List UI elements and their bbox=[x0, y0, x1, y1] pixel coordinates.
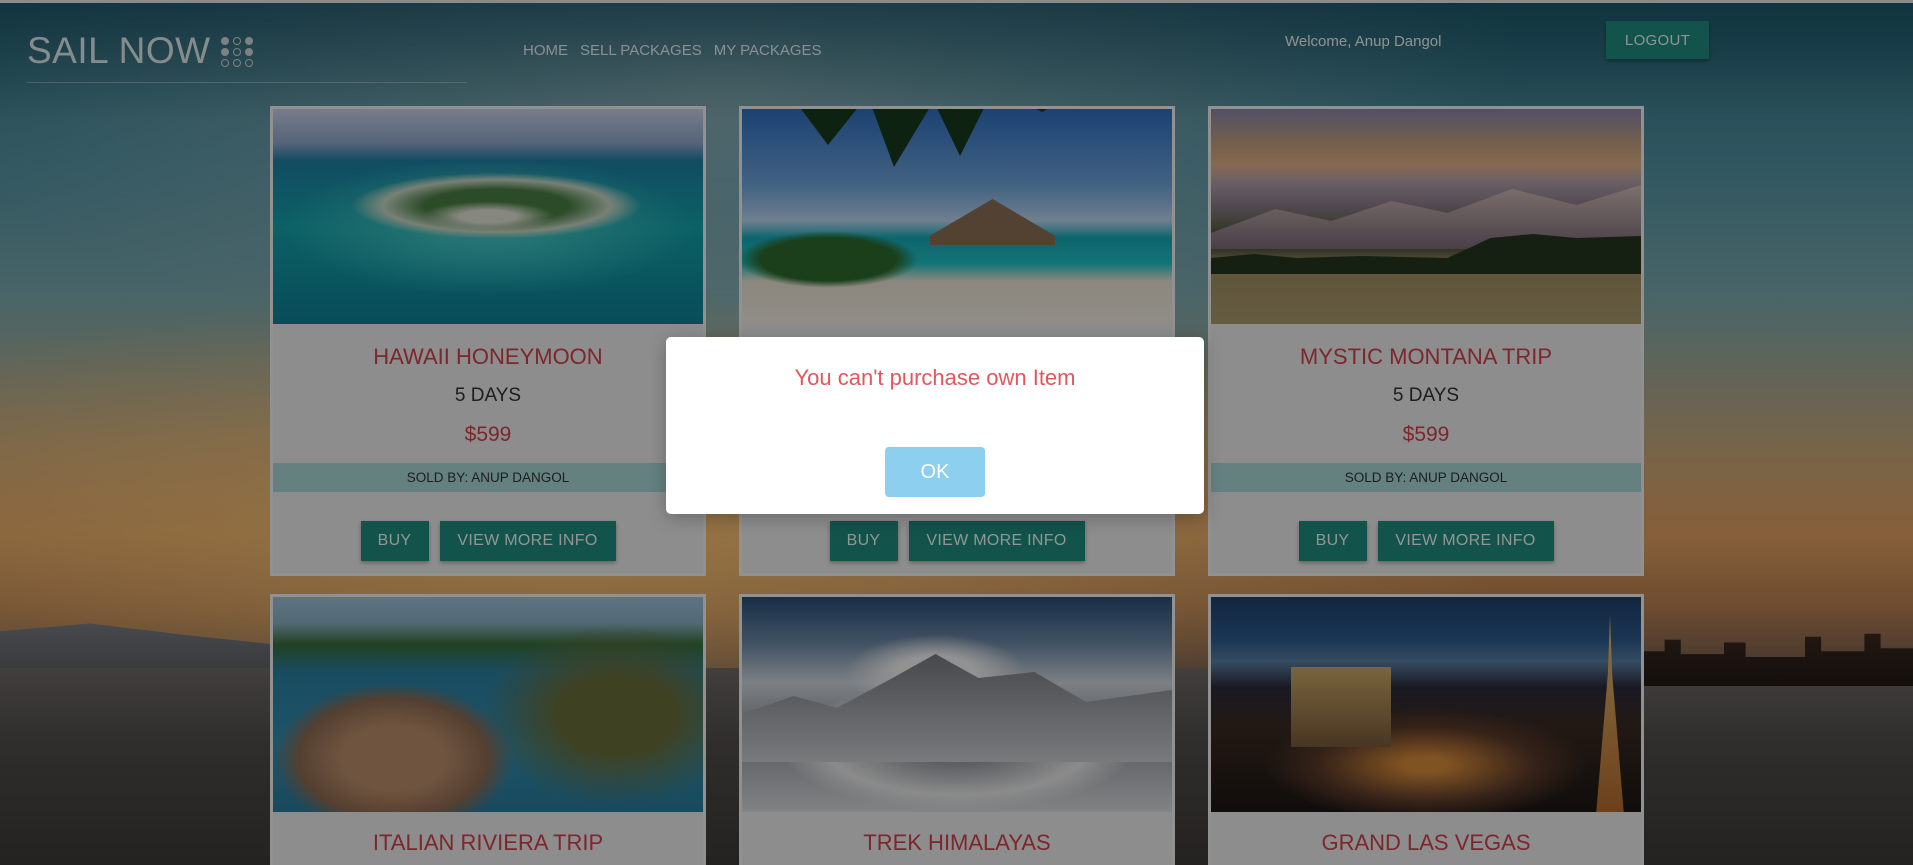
ok-button[interactable]: OK bbox=[885, 447, 985, 497]
alert-message: You can't purchase own Item bbox=[794, 365, 1076, 390]
alert-dialog: You can't purchase own Item OK bbox=[666, 337, 1204, 514]
